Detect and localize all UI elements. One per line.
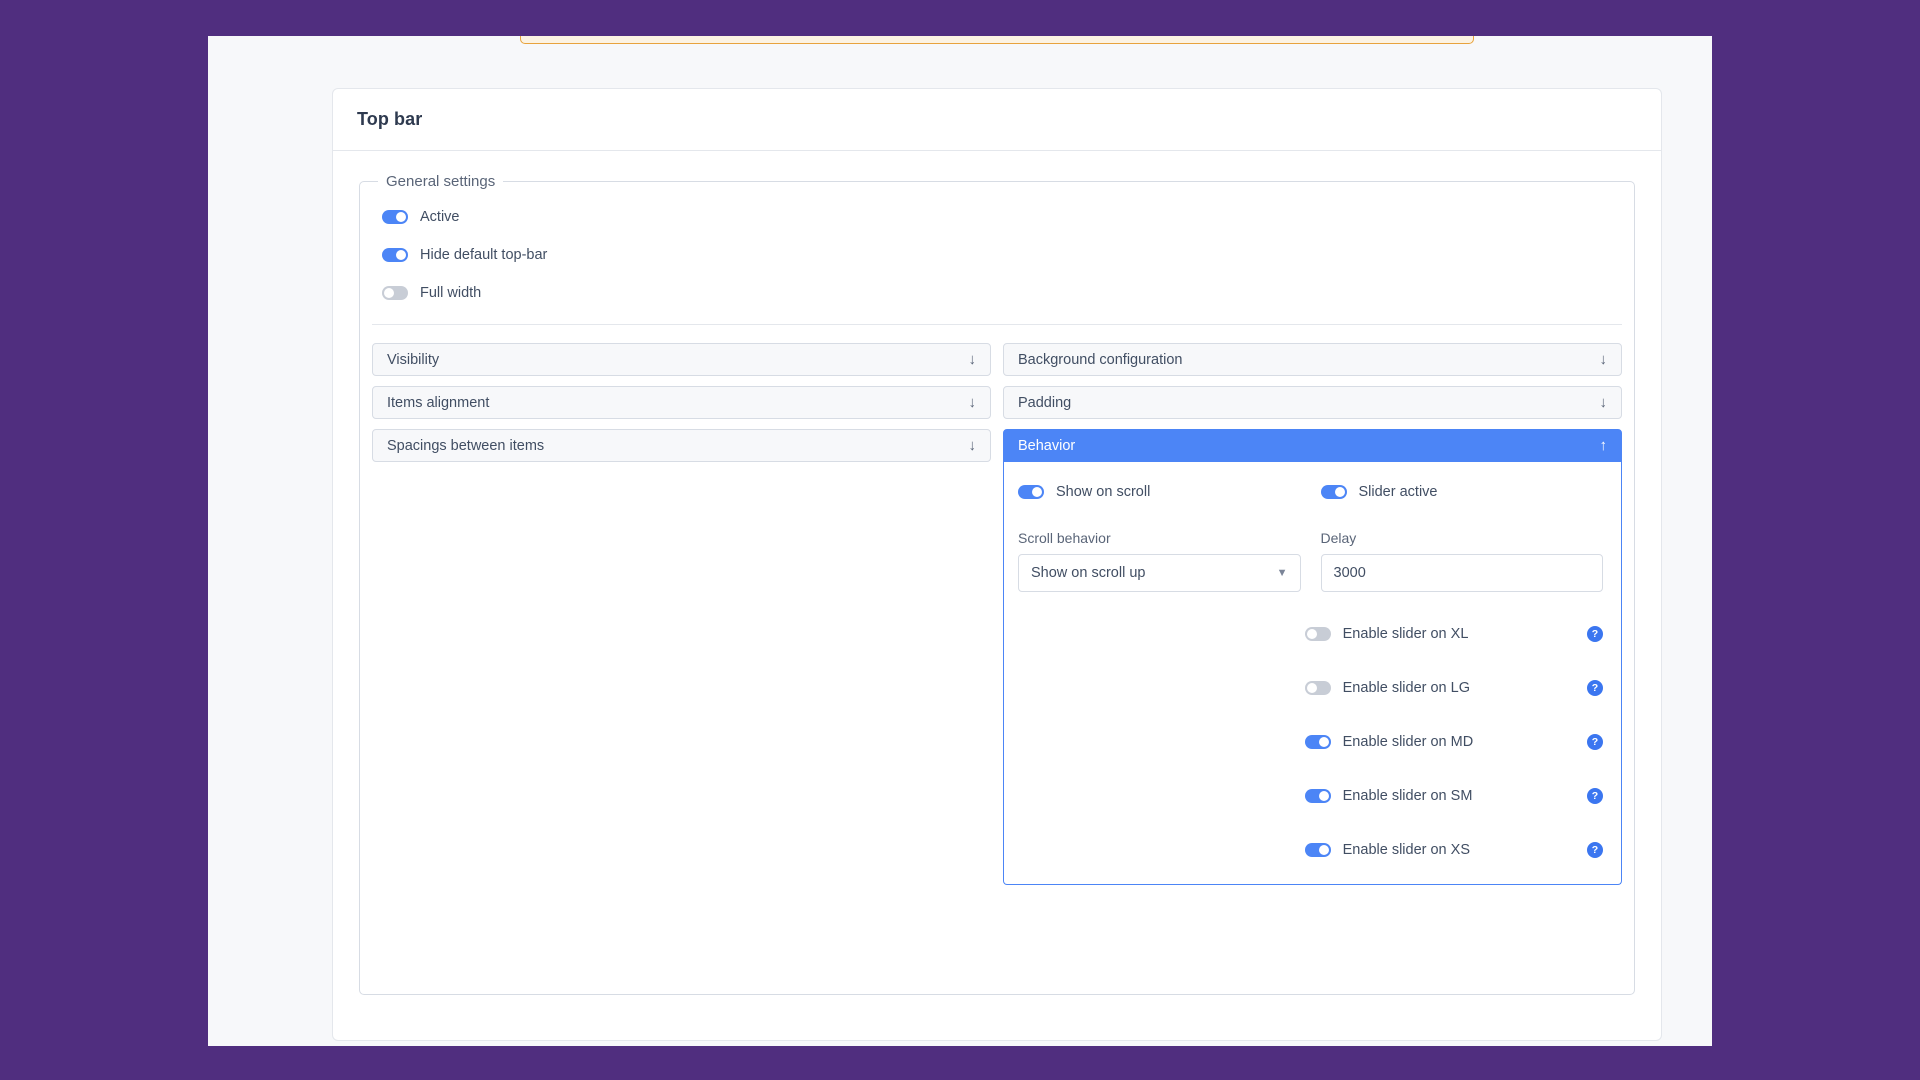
- toggle-slider-active-label: Slider active: [1358, 484, 1438, 500]
- arrow-down-icon: ↓: [1599, 394, 1608, 411]
- delay-label: Delay: [1320, 530, 1357, 546]
- toggle-row-active[interactable]: Active: [382, 204, 1622, 230]
- toggle-slider-active[interactable]: [1320, 485, 1347, 499]
- top-bar-settings-card: Top bar General settings Active Hide def…: [332, 88, 1662, 1041]
- scroll-behavior-value: Show on scroll up: [1031, 565, 1146, 581]
- accordion-visibility[interactable]: Visibility ↓: [372, 343, 991, 376]
- arrow-down-icon: ↓: [968, 394, 977, 411]
- general-settings-fieldset: General settings Active Hide default top…: [359, 173, 1635, 995]
- scroll-behavior-select[interactable]: Show on scroll up ▼: [1018, 554, 1301, 592]
- alert-banner-partial: [520, 36, 1474, 44]
- toggle-row-hide-default-top-bar[interactable]: Hide default top-bar: [382, 242, 1622, 268]
- help-icon[interactable]: ?: [1587, 680, 1603, 696]
- scroll-behavior-field: Scroll behavior Show on scroll up ▼: [1018, 530, 1301, 592]
- behavior-panel: Show on scroll Slider active Scroll beha…: [1003, 462, 1622, 885]
- toggle-row-enable-slider-md[interactable]: Enable slider on MD ?: [1304, 730, 1603, 754]
- help-icon[interactable]: ?: [1587, 626, 1603, 642]
- toggle-active[interactable]: [382, 210, 408, 224]
- arrow-down-icon: ↓: [968, 437, 977, 454]
- card-header: Top bar: [333, 89, 1661, 151]
- toggle-enable-slider-sm-label: Enable slider on SM: [1342, 788, 1473, 804]
- toggle-row-enable-slider-sm[interactable]: Enable slider on SM ?: [1304, 784, 1603, 808]
- arrow-down-icon: ↓: [1599, 351, 1608, 368]
- toggle-hide-default-top-bar-label: Hide default top-bar: [420, 247, 548, 263]
- page-surface: Top bar General settings Active Hide def…: [208, 36, 1712, 1046]
- toggle-full-width-label: Full width: [420, 285, 482, 301]
- toggle-enable-slider-md-label: Enable slider on MD: [1342, 734, 1474, 750]
- section-divider: [372, 324, 1622, 325]
- accordion-padding-label: Padding: [1018, 394, 1072, 411]
- page-title: Top bar: [357, 109, 423, 129]
- breakpoint-slider-list: Enable slider on XL ? Enable slider on L…: [1018, 622, 1603, 862]
- general-settings-legend: General settings: [386, 173, 496, 190]
- toggle-row-slider-active[interactable]: Slider active: [1320, 480, 1604, 504]
- accordion-spacings-between-items-label: Spacings between items: [387, 437, 545, 454]
- toggle-enable-slider-xl[interactable]: [1304, 627, 1331, 641]
- accordion-behavior-block: Behavior ↑ Show on scroll Slider active …: [1003, 429, 1622, 885]
- toggle-full-width[interactable]: [382, 286, 408, 300]
- arrow-up-icon: ↑: [1599, 437, 1608, 454]
- behavior-toggles-row: Show on scroll Slider active: [1018, 480, 1603, 504]
- toggle-row-full-width[interactable]: Full width: [382, 280, 1622, 306]
- accordion-padding[interactable]: Padding ↓: [1003, 386, 1622, 419]
- toggle-row-enable-slider-xl[interactable]: Enable slider on XL ?: [1304, 622, 1603, 646]
- arrow-down-icon: ↓: [968, 351, 977, 368]
- toggle-row-show-on-scroll[interactable]: Show on scroll: [1018, 480, 1301, 504]
- accordion-behavior[interactable]: Behavior ↑: [1003, 429, 1622, 462]
- toggle-enable-slider-lg[interactable]: [1304, 681, 1331, 695]
- accordion-background-configuration-label: Background configuration: [1018, 351, 1183, 368]
- toggle-row-enable-slider-xs[interactable]: Enable slider on XS ?: [1304, 838, 1603, 862]
- accordion-background-configuration[interactable]: Background configuration ↓: [1003, 343, 1622, 376]
- behavior-fields-row: Scroll behavior Show on scroll up ▼ Dela…: [1018, 504, 1603, 592]
- delay-input[interactable]: 3000: [1320, 554, 1603, 592]
- toggle-show-on-scroll-label: Show on scroll: [1056, 484, 1151, 500]
- card-body: General settings Active Hide default top…: [333, 151, 1661, 995]
- toggle-row-enable-slider-lg[interactable]: Enable slider on LG ?: [1304, 676, 1603, 700]
- help-icon[interactable]: ?: [1587, 842, 1603, 858]
- toggle-active-label: Active: [420, 209, 460, 225]
- toggle-enable-slider-xs[interactable]: [1304, 843, 1331, 857]
- toggle-enable-slider-xl-label: Enable slider on XL: [1342, 626, 1469, 642]
- accordion-behavior-label: Behavior: [1018, 437, 1076, 454]
- toggle-enable-slider-sm[interactable]: [1304, 789, 1331, 803]
- delay-value: 3000: [1333, 565, 1366, 581]
- accordion-items-alignment[interactable]: Items alignment ↓: [372, 386, 991, 419]
- toggle-enable-slider-xs-label: Enable slider on XS: [1342, 842, 1470, 858]
- scroll-behavior-label: Scroll behavior: [1018, 530, 1111, 546]
- accordion-visibility-label: Visibility: [387, 351, 440, 368]
- toggle-enable-slider-md[interactable]: [1304, 735, 1331, 749]
- toggle-hide-default-top-bar[interactable]: [382, 248, 408, 262]
- chevron-down-icon: ▼: [1276, 566, 1288, 579]
- accordion-items-alignment-label: Items alignment: [387, 394, 490, 411]
- toggle-show-on-scroll[interactable]: [1018, 485, 1044, 499]
- delay-field: Delay 3000: [1320, 530, 1603, 592]
- toggle-enable-slider-lg-label: Enable slider on LG: [1342, 680, 1470, 696]
- accordion-grid: Visibility ↓ Background configuration ↓ …: [372, 343, 1622, 885]
- accordion-spacings-between-items[interactable]: Spacings between items ↓: [372, 429, 991, 462]
- help-icon[interactable]: ?: [1587, 734, 1603, 750]
- help-icon[interactable]: ?: [1587, 788, 1603, 804]
